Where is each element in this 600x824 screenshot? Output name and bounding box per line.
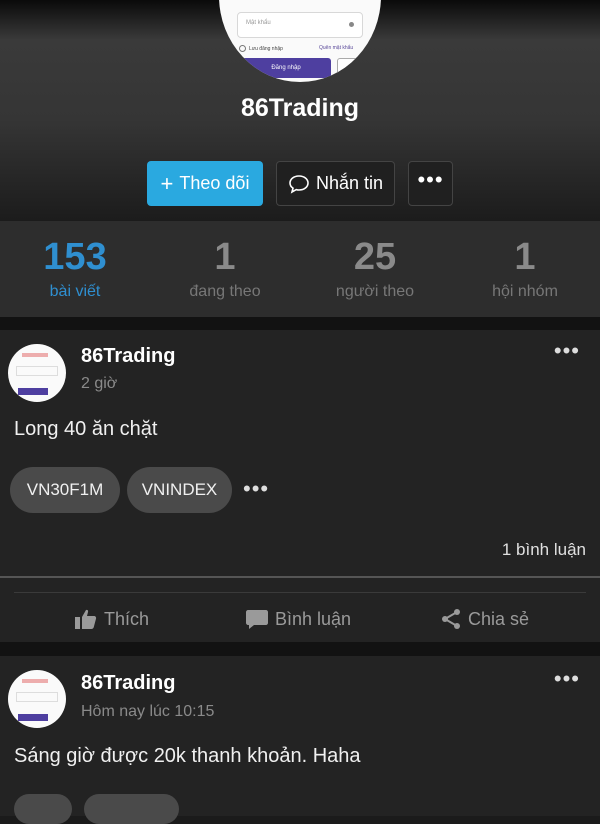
avatar-preview-secondary (337, 58, 369, 80)
thumbs-up-icon (75, 609, 97, 629)
comment-label: Bình luận (275, 608, 352, 629)
tag-chip[interactable]: VNINDEX (127, 467, 232, 513)
tags-more-button[interactable]: ••• (243, 476, 269, 502)
more-options-button[interactable]: ••• (408, 161, 453, 206)
stat-groups-label: hội nhóm (492, 283, 558, 300)
follow-label: Theo dõi (179, 173, 250, 193)
post-time: Hôm nay lúc 10:15 (81, 703, 215, 720)
stat-groups-value: 1 (514, 236, 536, 278)
divider (0, 576, 600, 578)
message-label: Nhắn tin (315, 173, 384, 193)
avatar-preview-forgot: Quên mật khẩu (319, 45, 354, 51)
avatar-preview-login: Đăng nhập (241, 58, 331, 78)
like-label: Thích (104, 608, 150, 629)
comment-icon (246, 610, 268, 629)
tag-chip[interactable] (14, 794, 72, 824)
stat-followers-label: người theo (335, 283, 415, 300)
stat-following-label: đang theo (189, 283, 261, 300)
tag-chip[interactable]: VN30F1M (10, 467, 120, 513)
comment-count[interactable]: 1 bình luận (502, 540, 586, 560)
post-author-name[interactable]: 86Trading (81, 672, 175, 695)
profile-avatar[interactable]: Mật khẩu Lưu đăng nhập Quên mật khẩu Đăn… (219, 0, 381, 82)
follow-button[interactable]: + Theo dõi (147, 161, 263, 206)
stat-posts-label: bài viết (49, 283, 101, 300)
profile-stats: 153 bài viết 1 đang theo 25 người theo 1… (0, 221, 600, 317)
divider (14, 592, 586, 593)
share-button[interactable]: Chia sẻ (440, 604, 529, 634)
tag-chip[interactable] (84, 794, 179, 824)
stat-followers[interactable]: 25 người theo (300, 221, 450, 317)
plus-icon: + (160, 170, 174, 196)
section-gap (0, 317, 600, 330)
share-icon (442, 609, 460, 629)
stat-groups[interactable]: 1 hội nhóm (450, 221, 600, 317)
post-author-avatar[interactable] (8, 670, 66, 728)
avatar-preview-field: Mật khẩu (237, 12, 363, 38)
comment-button[interactable]: Bình luận (245, 604, 351, 634)
profile-name: 86Trading (240, 94, 360, 122)
like-button[interactable]: Thích (74, 604, 149, 634)
post-author-avatar[interactable] (8, 344, 66, 402)
post-author-name[interactable]: 86Trading (81, 345, 175, 368)
post-more-button[interactable]: ••• (554, 338, 580, 364)
stat-followers-value: 25 (353, 236, 397, 278)
post-card: 86Trading 2 giờ ••• Long 40 ăn chặt VN30… (0, 330, 600, 642)
post-text: Long 40 ăn chặt (14, 418, 158, 440)
stat-following-value: 1 (214, 236, 236, 278)
share-label: Chia sẻ (468, 608, 530, 629)
post-card: 86Trading Hôm nay lúc 10:15 ••• Sáng giờ… (0, 656, 600, 824)
stat-posts-value: 153 (43, 236, 107, 278)
stat-posts[interactable]: 153 bài viết (0, 221, 150, 317)
stat-following[interactable]: 1 đang theo (150, 221, 300, 317)
avatar-preview-remember: Lưu đăng nhập (239, 45, 283, 52)
post-more-button[interactable]: ••• (554, 666, 580, 692)
section-gap (0, 642, 600, 656)
message-button[interactable]: Nhắn tin (276, 161, 395, 206)
post-time: 2 giờ (81, 375, 118, 392)
chat-bubble-icon (289, 174, 309, 194)
post-text: Sáng giờ được 20k thanh khoản. Haha (14, 745, 361, 767)
